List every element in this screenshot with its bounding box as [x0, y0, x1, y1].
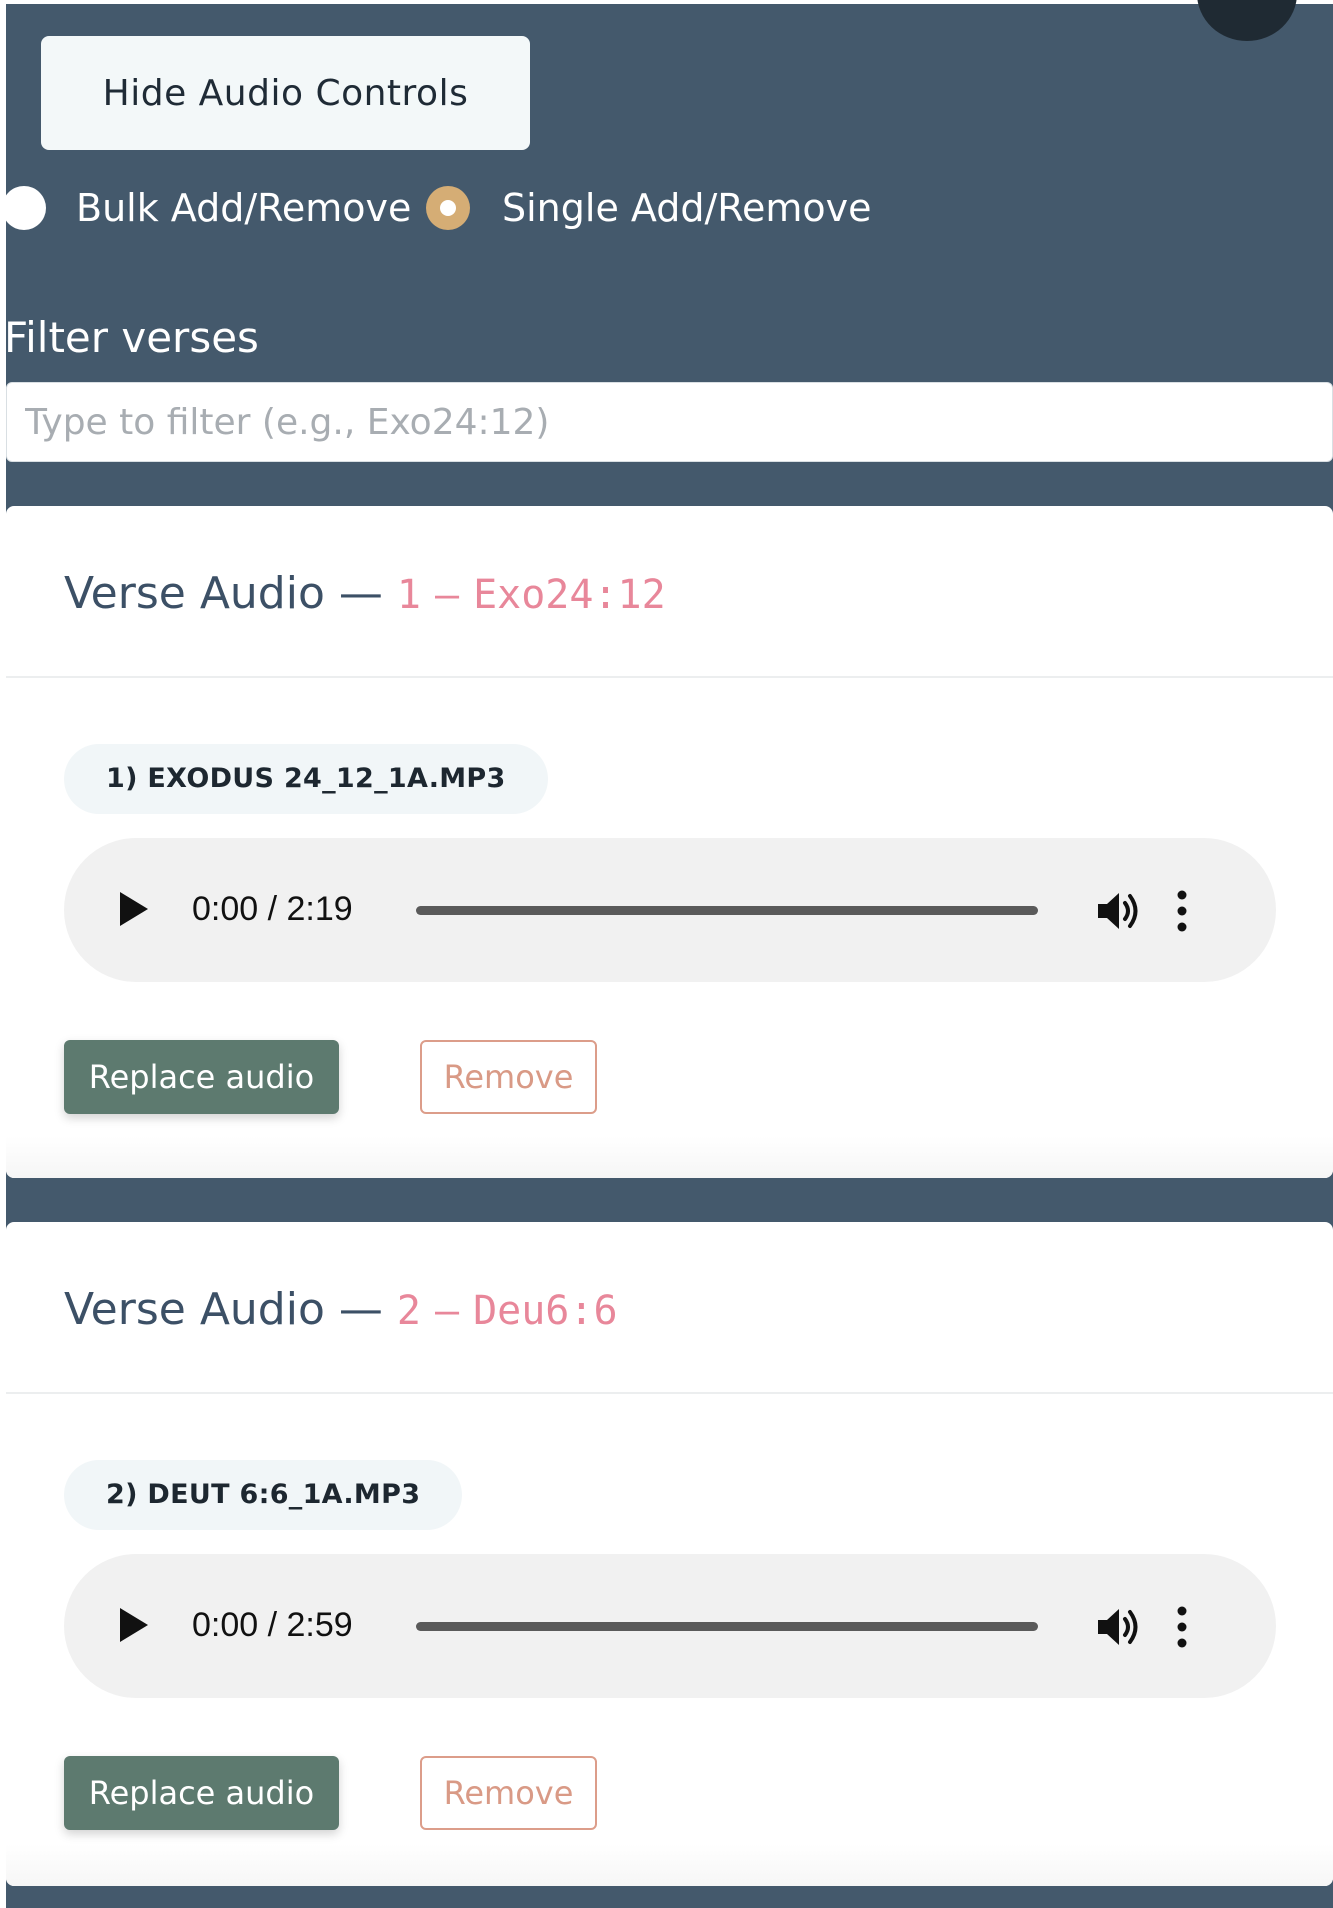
verse-index: 2: [396, 1288, 421, 1334]
verse-audio-card: Verse Audio — 2 – Deu6:6 2) DEUT 6:6_1A.…: [6, 1222, 1333, 1886]
audio-progress-bar[interactable]: [416, 1622, 1038, 1631]
verse-separator: –: [434, 572, 460, 618]
audio-player: 0:00 / 2:59: [64, 1554, 1276, 1698]
card-footer: [6, 1136, 1333, 1178]
audio-file-chip: 1) EXODUS 24_12_1A.MP3: [64, 744, 548, 814]
verse-separator: –: [434, 1288, 460, 1334]
card-header: Verse Audio — 2 – Deu6:6: [6, 1222, 1333, 1394]
remove-audio-button[interactable]: Remove: [420, 1040, 597, 1114]
volume-icon[interactable]: [1096, 890, 1142, 932]
audio-progress-bar[interactable]: [416, 906, 1038, 915]
card-title-prefix: Verse Audio —: [64, 568, 383, 619]
audio-player: 0:00 / 2:19: [64, 838, 1276, 982]
hide-audio-controls-button[interactable]: Hide Audio Controls: [41, 36, 530, 150]
card-title: Verse Audio — 1 – Exo24:12: [64, 566, 666, 623]
bulk-mode-label[interactable]: Bulk Add/Remove: [76, 184, 411, 232]
page: Hide Audio Controls Bulk Add/Remove Sing…: [0, 0, 1333, 1908]
bulk-mode-radio[interactable]: [2, 186, 46, 230]
audio-file-chip: 2) DEUT 6:6_1A.MP3: [64, 1460, 463, 1530]
audio-time: 0:00 / 2:59: [192, 1606, 353, 1644]
verse-reference: Exo24:12: [473, 572, 666, 618]
verse-index: 1: [396, 572, 421, 618]
play-icon[interactable]: [120, 1608, 148, 1642]
corner-avatar-button[interactable]: [1197, 0, 1297, 41]
single-mode-radio[interactable]: [426, 186, 470, 230]
card-title-prefix: Verse Audio —: [64, 1284, 383, 1335]
card-header: Verse Audio — 1 – Exo24:12: [6, 506, 1333, 678]
mode-radio-group: Bulk Add/Remove Single Add/Remove: [0, 176, 1000, 240]
more-vertical-icon[interactable]: [1174, 1606, 1190, 1648]
card-title: Verse Audio — 2 – Deu6:6: [64, 1282, 618, 1339]
verse-audio-card: Verse Audio — 1 – Exo24:12 1) EXODUS 24_…: [6, 506, 1333, 1178]
remove-audio-button[interactable]: Remove: [420, 1756, 597, 1830]
play-icon[interactable]: [120, 892, 148, 926]
filter-input[interactable]: [6, 382, 1333, 462]
verse-reference: Deu6:6: [473, 1288, 618, 1334]
card-footer: [6, 1844, 1333, 1886]
replace-audio-button[interactable]: Replace audio: [64, 1756, 339, 1830]
replace-audio-button[interactable]: Replace audio: [64, 1040, 339, 1114]
single-mode-label[interactable]: Single Add/Remove: [502, 184, 871, 232]
volume-icon[interactable]: [1096, 1606, 1142, 1648]
audio-time: 0:00 / 2:19: [192, 890, 353, 928]
filter-label: Filter verses: [4, 313, 259, 362]
more-vertical-icon[interactable]: [1174, 890, 1190, 932]
